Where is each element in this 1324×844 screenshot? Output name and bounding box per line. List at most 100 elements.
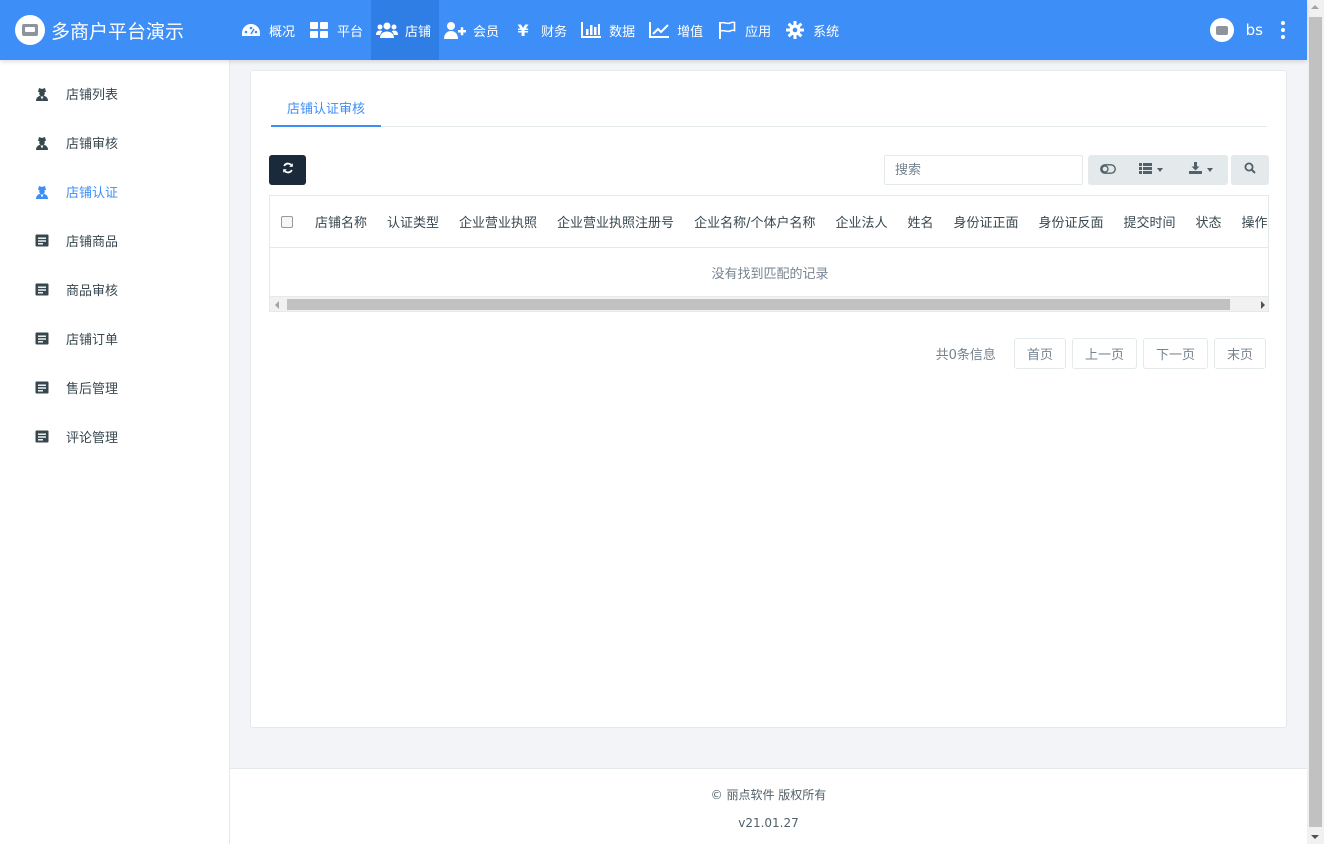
sidebar-item-label: 店铺商品	[66, 235, 119, 250]
nav-item-platform[interactable]: 平台	[303, 0, 371, 60]
column-header[interactable]: 店铺名称	[315, 212, 367, 231]
sidebar-item-label: 商品审核	[66, 284, 119, 299]
refresh-icon	[282, 162, 294, 178]
brand-title: 多商户平台演示	[51, 20, 185, 43]
sidebar-item-label: 评论管理	[66, 431, 119, 446]
sidebar-item-shop-orders[interactable]: 店铺订单	[0, 314, 229, 363]
nav-label: 店铺	[405, 24, 432, 40]
flag-icon	[716, 20, 738, 40]
search-input[interactable]	[884, 155, 1083, 185]
column-header[interactable]: 认证类型	[387, 212, 439, 231]
list-alt-icon	[35, 332, 49, 346]
user-menu[interactable]: bs	[1209, 0, 1285, 60]
nav-label: 会员	[473, 24, 500, 40]
copyright: © 丽点软件 版权所有	[710, 788, 827, 802]
version: v21.01.27	[738, 816, 799, 830]
nav-item-apps[interactable]: 应用	[711, 0, 779, 60]
avatar[interactable]	[1209, 18, 1234, 42]
export-button[interactable]	[1174, 155, 1228, 185]
refresh-button[interactable]	[269, 155, 306, 185]
top-navbar: 多商户平台演示 概况 平台 店铺 会员 ¥ 财务 数据 增值 应用 系统 bs	[0, 0, 1307, 60]
next-page-button[interactable]: 下一页	[1142, 338, 1208, 369]
nav-label: 平台	[337, 24, 364, 40]
list-alt-icon	[35, 430, 49, 444]
sidebar-item-shop-list[interactable]: 店铺列表	[0, 69, 229, 118]
list-alt-icon	[35, 283, 49, 297]
nav-item-system[interactable]: 系统	[779, 0, 847, 60]
nav-label: 系统	[813, 24, 840, 40]
sidebar-item-label: 店铺审核	[66, 137, 119, 152]
sidebar-item-label: 店铺认证	[66, 186, 119, 201]
nav-item-overview[interactable]: 概况	[235, 0, 303, 60]
data-table: 店铺名称 认证类型 企业营业执照 企业营业执照注册号 企业名称/个体户名称 企业…	[269, 195, 1269, 312]
horizontal-scrollbar[interactable]	[270, 296, 1268, 311]
nav-label: 财务	[541, 24, 568, 40]
scroll-right-icon[interactable]	[1261, 301, 1265, 309]
select-all-checkbox[interactable]	[281, 215, 293, 228]
user-secret-icon	[35, 87, 49, 101]
dashboard-icon	[240, 20, 262, 40]
pagination: 共0条信息 首页 上一页 下一页 末页	[936, 338, 1266, 369]
sidebar-item-label: 店铺订单	[66, 333, 119, 348]
last-page-button[interactable]: 末页	[1213, 338, 1266, 369]
user-plus-icon	[444, 20, 467, 40]
tab-bar: 店铺认证审核	[271, 89, 1267, 127]
scrollbar-thumb[interactable]	[287, 299, 1230, 310]
table-header: 店铺名称 认证类型 企业营业执照 企业营业执照注册号 企业名称/个体户名称 企业…	[270, 196, 1268, 248]
username[interactable]: bs	[1246, 21, 1263, 39]
sidebar-item-label: 店铺列表	[66, 88, 119, 103]
list-alt-icon	[35, 381, 49, 395]
column-header[interactable]: 企业法人	[835, 212, 887, 231]
column-header[interactable]: 状态	[1196, 212, 1222, 231]
more-vertical-icon[interactable]	[1281, 21, 1285, 39]
brand[interactable]: 多商户平台演示	[0, 0, 230, 60]
user-secret-icon	[35, 136, 49, 150]
scroll-up-icon[interactable]	[1311, 5, 1319, 9]
nav-item-shop[interactable]: 店铺	[371, 0, 440, 60]
scroll-left-icon[interactable]	[275, 301, 279, 309]
search-button[interactable]	[1231, 155, 1269, 185]
sidebar-item-product-review[interactable]: 商品审核	[0, 265, 229, 314]
table-tools	[1088, 155, 1228, 185]
nav-label: 数据	[609, 24, 636, 40]
nav-item-data[interactable]: 数据	[575, 0, 643, 60]
sidebar-item-shop-certification[interactable]: 店铺认证	[0, 167, 229, 216]
column-header[interactable]: 姓名	[907, 212, 933, 231]
empty-message: 没有找到匹配的记录	[711, 266, 829, 282]
chevron-down-icon	[1157, 168, 1163, 172]
nav-item-member[interactable]: 会员	[439, 0, 507, 60]
tab-shop-certification-review[interactable]: 店铺认证审核	[271, 89, 382, 127]
sidebar-item-shop-products[interactable]: 店铺商品	[0, 216, 229, 265]
nav-item-finance[interactable]: ¥ 财务	[507, 0, 575, 60]
toggle-view-button[interactable]	[1088, 155, 1128, 185]
column-header[interactable]: 企业名称/个体户名称	[694, 212, 815, 231]
columns-button[interactable]	[1128, 155, 1174, 185]
nav-item-value-added[interactable]: 增值	[643, 0, 711, 60]
nav-label: 应用	[745, 24, 772, 40]
nav-label: 增值	[677, 24, 704, 40]
column-header[interactable]: 企业营业执照	[459, 212, 537, 231]
sidebar-item-comments[interactable]: 评论管理	[0, 412, 229, 461]
sidebar-item-label: 售后管理	[66, 382, 119, 397]
pagination-info: 共0条信息	[935, 348, 996, 363]
column-header[interactable]: 身份证正面	[953, 212, 1018, 231]
yen-icon: ¥	[517, 20, 529, 40]
sidebar-item-after-sales[interactable]: 售后管理	[0, 363, 229, 412]
column-header[interactable]: 企业营业执照注册号	[557, 212, 674, 231]
toggle-off-icon	[1100, 163, 1116, 178]
download-icon	[1189, 162, 1202, 178]
prev-page-button[interactable]: 上一页	[1071, 338, 1137, 369]
list-alt-icon	[35, 234, 49, 248]
main-nav: 概况 平台 店铺 会员 ¥ 财务 数据 增值 应用 系统	[235, 0, 847, 60]
column-header[interactable]: 操作	[1242, 212, 1268, 231]
column-header[interactable]: 提交时间	[1124, 212, 1176, 231]
users-icon	[376, 20, 399, 40]
scrollbar-thumb[interactable]	[1309, 17, 1322, 827]
brand-logo-icon	[15, 15, 45, 45]
grid-icon	[308, 20, 330, 40]
sidebar-item-shop-review[interactable]: 店铺审核	[0, 118, 229, 167]
scroll-down-icon[interactable]	[1311, 835, 1319, 839]
column-header[interactable]: 身份证反面	[1039, 212, 1104, 231]
first-page-button[interactable]: 首页	[1013, 338, 1066, 369]
page-scrollbar[interactable]	[1307, 0, 1324, 844]
